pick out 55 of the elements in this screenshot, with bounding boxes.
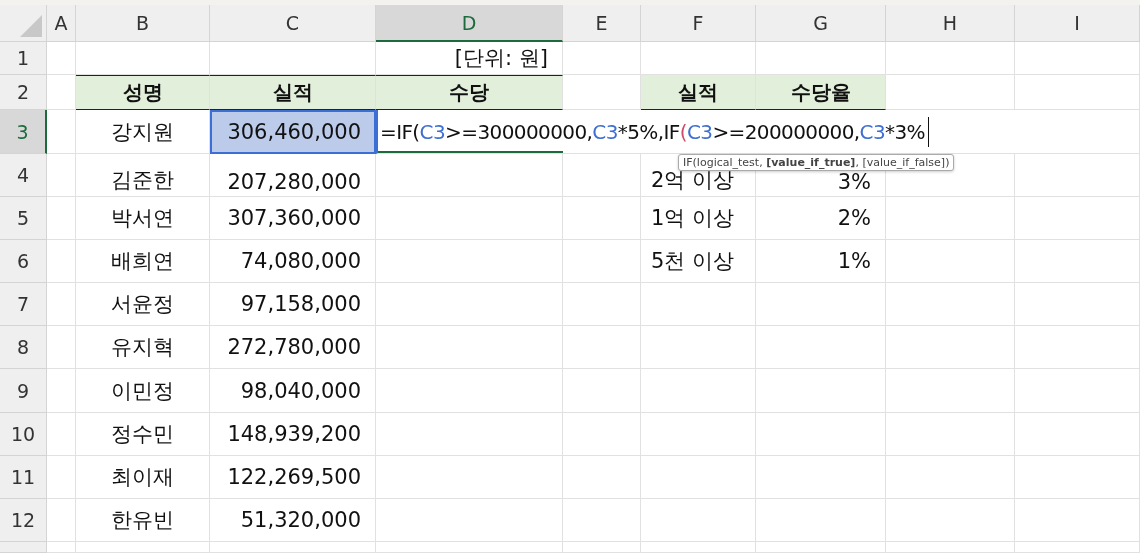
column-title: 실적: [210, 75, 376, 110]
row-header[interactable]: 10: [0, 413, 47, 456]
row-header[interactable]: [0, 542, 47, 553]
table-cell: 74,080,000: [210, 240, 376, 283]
table-cell: 정수민: [76, 413, 210, 456]
row-header[interactable]: 7: [0, 283, 47, 326]
table-cell: 배희연: [76, 240, 210, 283]
row-header[interactable]: 5: [0, 197, 47, 240]
column-title: 수당율: [756, 75, 886, 110]
column-title: 실적: [641, 75, 756, 110]
row-header[interactable]: 2: [0, 75, 47, 110]
table-cell: 2%: [756, 197, 886, 240]
column-header[interactable]: E: [563, 5, 641, 42]
row-header[interactable]: 11: [0, 456, 47, 499]
table-cell: 한유빈: [76, 499, 210, 542]
table-cell: 5천 이상: [641, 240, 756, 283]
table-cell: [단위: 원]: [376, 42, 563, 75]
column-header[interactable]: A: [47, 5, 76, 42]
table-cell: 148,939,200: [210, 413, 376, 456]
row-header[interactable]: 1: [0, 42, 47, 75]
column-header[interactable]: G: [756, 5, 886, 42]
table-cell: 박서연: [76, 197, 210, 240]
row-header[interactable]: 9: [0, 369, 47, 413]
row-header[interactable]: 12: [0, 499, 47, 542]
row-header[interactable]: 6: [0, 240, 47, 283]
table-cell: 1억 이상: [641, 197, 756, 240]
row-header[interactable]: 3: [0, 110, 47, 154]
column-header[interactable]: C: [210, 5, 376, 42]
table-cell: 최이재: [76, 456, 210, 499]
table-cell: 강지원: [76, 110, 210, 154]
table-cell: 51,320,000: [210, 499, 376, 542]
column-title: 성명: [76, 75, 210, 110]
column-header[interactable]: D: [376, 5, 563, 42]
table-cell: 207,280,000: [210, 154, 376, 197]
table-cell: 김준한: [76, 154, 210, 197]
table-cell: 306,460,000: [210, 110, 376, 154]
table-cell: 122,269,500: [210, 456, 376, 499]
table-cell: 1%: [756, 240, 886, 283]
column-header[interactable]: I: [1015, 5, 1140, 42]
table-cell: 98,040,000: [210, 369, 376, 413]
column-title: 수당: [376, 75, 563, 110]
table-cell: 이민정: [76, 369, 210, 413]
row-header[interactable]: 4: [0, 154, 47, 197]
column-header[interactable]: B: [76, 5, 210, 42]
table-cell: 유지혁: [76, 326, 210, 369]
formula-input[interactable]: =IF(C3>=300000000,C3*5%,IF(C3>=200000000,C3*3%: [376, 110, 1015, 154]
table-cell: 97,158,000: [210, 283, 376, 326]
column-header[interactable]: F: [641, 5, 756, 42]
select-all-icon[interactable]: [20, 15, 42, 37]
row-header[interactable]: 8: [0, 326, 47, 369]
table-cell: 307,360,000: [210, 197, 376, 240]
column-header[interactable]: H: [886, 5, 1015, 42]
function-tooltip: IF(logical_test, [value_if_true], [value_if_false]): [678, 154, 955, 171]
table-cell: 272,780,000: [210, 326, 376, 369]
table-cell: 서윤정: [76, 283, 210, 326]
